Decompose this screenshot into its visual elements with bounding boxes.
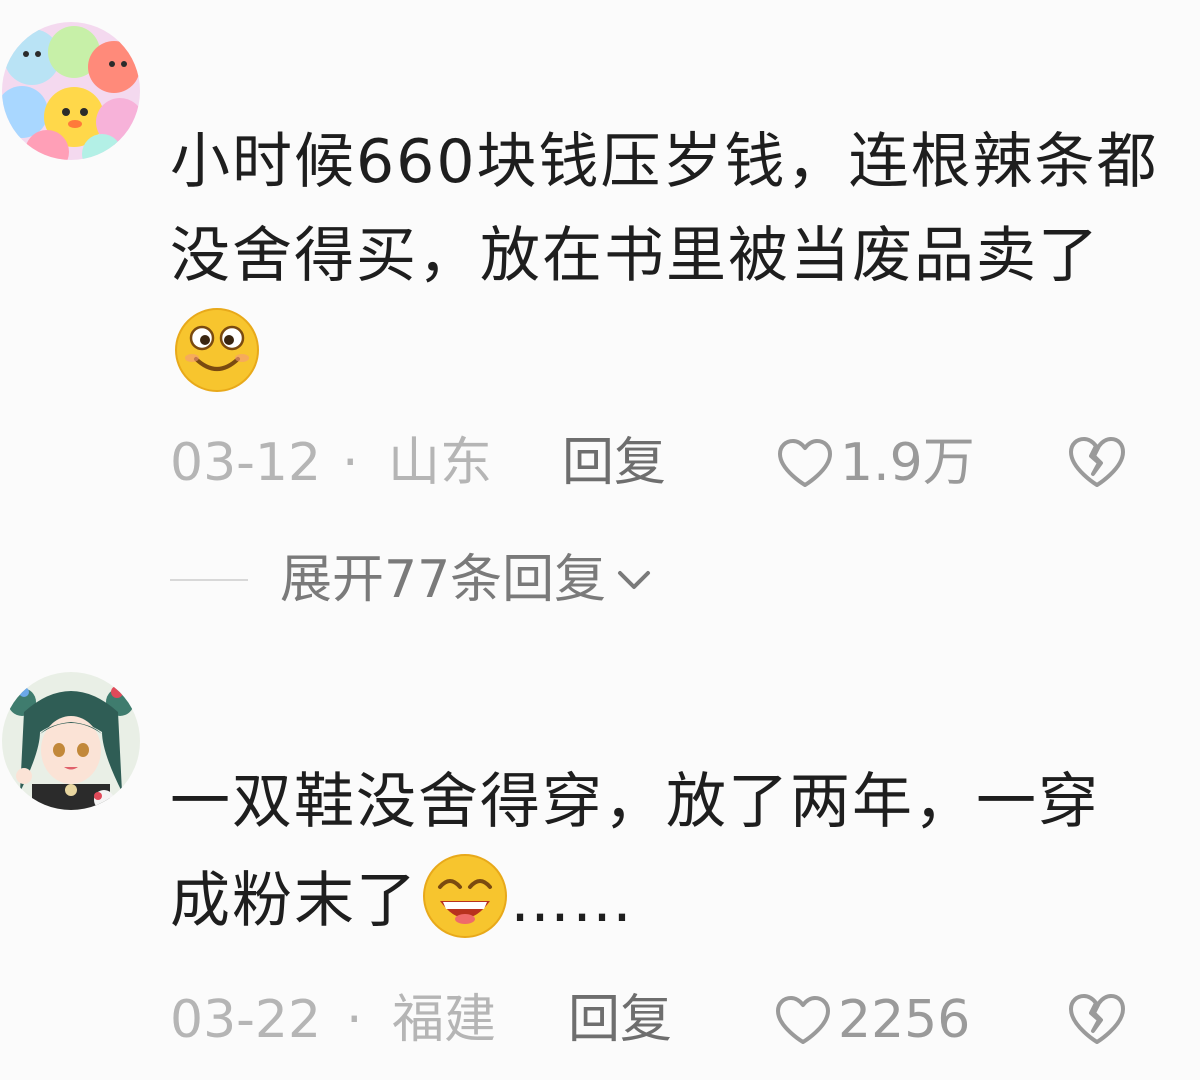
expand-replies-label: 展开77条回复 [280, 550, 607, 610]
smile-emoji-icon [172, 303, 262, 393]
comment-text: 一双鞋没舍得穿，放了两年，一穿成粉末了 …… [170, 755, 1160, 948]
meta-separator: · [342, 433, 359, 493]
avatar-cartoon-image [2, 22, 140, 160]
comment-body: 一双鞋没舍得穿，放了两年，一穿成粉末了 [170, 767, 1100, 936]
like-button[interactable]: 2256 [774, 985, 970, 1055]
comment-body: 小时候660块钱压岁钱，连根辣条都没舍得买，放在书里被当废品卖了 [170, 127, 1159, 291]
like-count: 1.9万 [840, 433, 975, 493]
comment-meta: 03-22 · 福建 回复 2256 [170, 985, 1170, 1055]
comment-location: 福建 [392, 990, 497, 1050]
comment-text: 小时候660块钱压岁钱，连根辣条都没舍得买，放在书里被当废品卖了 [170, 115, 1160, 402]
expand-replies-button[interactable]: 展开77条回复 [170, 545, 652, 615]
broken-heart-icon[interactable] [1066, 434, 1128, 490]
heart-outline-icon [778, 439, 832, 487]
divider-line [170, 579, 248, 581]
comment-location: 山东 [388, 433, 493, 493]
meta-separator: · [346, 990, 363, 1050]
comment-trailing-text: …… [510, 866, 634, 936]
like-count: 2256 [838, 990, 971, 1050]
avatar[interactable] [2, 22, 140, 160]
like-button[interactable]: 1.9万 [776, 428, 975, 498]
reply-button[interactable]: 回复 [562, 428, 666, 498]
avatar-anime-image [2, 672, 140, 810]
reply-button[interactable]: 回复 [568, 985, 672, 1055]
comment-date: 03-12 [170, 433, 322, 493]
comment-meta: 03-12 · 山东 回复 1.9万 [170, 428, 1170, 498]
chevron-down-icon [618, 571, 651, 589]
broken-heart-icon[interactable] [1066, 991, 1128, 1047]
comment-date: 03-22 [170, 990, 322, 1050]
grin-emoji-icon [420, 849, 510, 939]
heart-outline-icon [776, 996, 830, 1044]
avatar[interactable] [2, 672, 140, 810]
